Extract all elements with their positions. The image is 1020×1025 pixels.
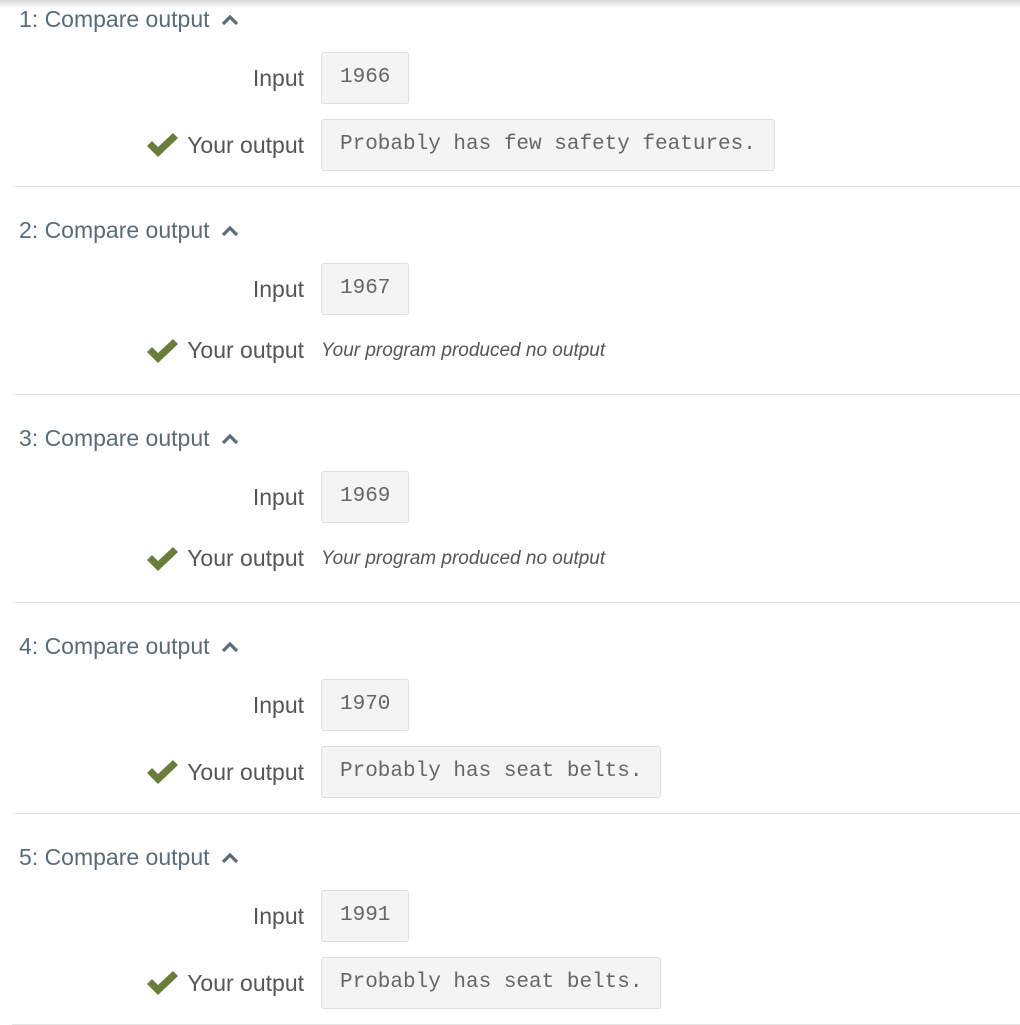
test-heading: 3: Compare output	[19, 425, 210, 451]
output-row: Your output Probably has seat belts.	[12, 957, 662, 1009]
no-output-message: Your program produced no output	[321, 547, 606, 569]
checkmark-icon	[147, 546, 179, 571]
input-value: 1966	[321, 52, 410, 104]
input-row: Input 1991	[12, 890, 410, 942]
checkmark-icon	[147, 133, 179, 157]
output-row: Your output Probably has few safety feat…	[12, 119, 775, 171]
input-label: Input	[252, 902, 304, 929]
test-results: 1: Compare output Input 1966 Your output…	[12, 0, 1020, 1025]
test-case-1: 1: Compare output Input 1966 Your output…	[12, 0, 1020, 187]
chevron-up-icon	[221, 641, 238, 652]
compare-output-toggle[interactable]: 5: Compare output	[19, 844, 240, 871]
input-label: Input	[252, 275, 304, 302]
input-row: Input 1967	[12, 263, 410, 315]
input-row: Input 1969	[12, 471, 410, 523]
input-value: 1969	[321, 471, 410, 523]
output-label: Your output	[187, 758, 304, 785]
input-label: Input	[252, 691, 304, 718]
no-output-message: Your program produced no output	[321, 339, 606, 361]
output-row: Your output Your program produced no out…	[12, 337, 605, 364]
test-heading: 5: Compare output	[19, 844, 210, 870]
output-value: Probably has seat belts.	[321, 746, 662, 798]
input-row: Input 1966	[12, 52, 410, 104]
output-row: Your output Your program produced no out…	[12, 545, 605, 572]
chevron-up-icon	[221, 14, 238, 25]
test-heading: 1: Compare output	[19, 6, 210, 32]
input-value: 1970	[321, 679, 410, 731]
input-label: Input	[252, 64, 304, 91]
input-label: Input	[252, 483, 304, 510]
test-case-5: 5: Compare output Input 1991 Your output…	[12, 814, 1020, 1025]
test-case-2: 2: Compare output Input 1967 Your output…	[12, 187, 1020, 395]
test-case-4: 4: Compare output Input 1970 Your output…	[12, 603, 1020, 814]
test-case-3: 3: Compare output Input 1969 Your output…	[12, 395, 1020, 603]
checkmark-icon	[147, 971, 179, 995]
input-row: Input 1970	[12, 679, 410, 731]
output-value: Probably has seat belts.	[321, 957, 662, 1009]
output-value: Probably has few safety features.	[321, 119, 775, 171]
checkmark-icon	[147, 760, 179, 784]
chevron-up-icon	[221, 433, 238, 444]
compare-output-toggle[interactable]: 2: Compare output	[19, 217, 240, 244]
compare-output-toggle[interactable]: 3: Compare output	[19, 425, 240, 452]
test-heading: 4: Compare output	[19, 633, 210, 659]
output-label: Your output	[187, 131, 304, 158]
test-heading: 2: Compare output	[19, 217, 210, 243]
output-label: Your output	[187, 969, 304, 996]
checkmark-icon	[147, 338, 179, 363]
compare-output-toggle[interactable]: 4: Compare output	[19, 633, 240, 660]
chevron-up-icon	[221, 225, 238, 236]
input-value: 1991	[321, 890, 410, 942]
top-shadow	[0, 0, 1020, 8]
output-row: Your output Probably has seat belts.	[12, 746, 662, 798]
output-label: Your output	[187, 545, 304, 571]
input-value: 1967	[321, 263, 410, 315]
output-label: Your output	[187, 337, 304, 363]
chevron-up-icon	[221, 852, 238, 863]
compare-output-toggle[interactable]: 1: Compare output	[19, 6, 240, 33]
